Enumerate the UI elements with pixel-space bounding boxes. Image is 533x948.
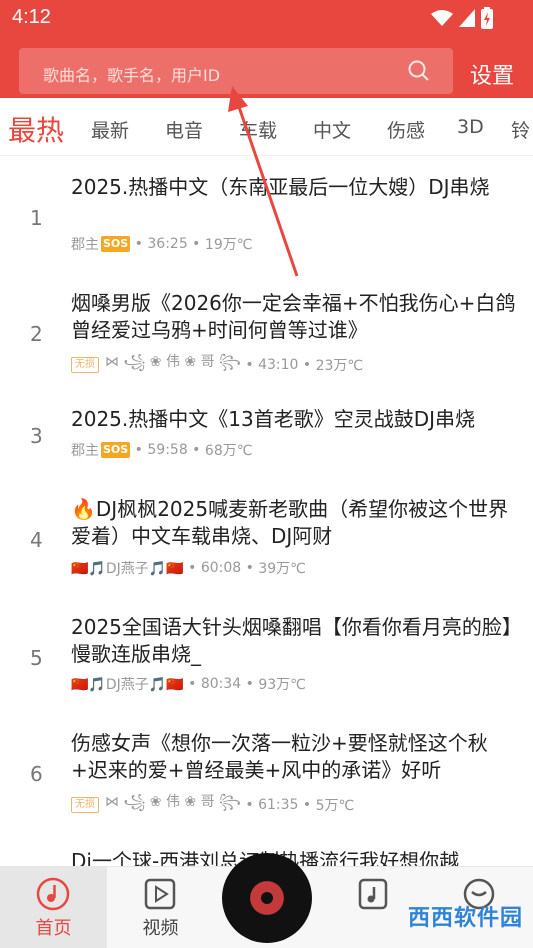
rank-number: 5 [30, 646, 43, 670]
tab-newest[interactable]: 最新 [91, 116, 129, 143]
song-duration: 61:35 [258, 796, 299, 813]
song-duration: 59:58 [147, 442, 188, 458]
song-title: 🔥DJ枫枫2025喊麦新老歌曲（希望你被这个世界爱着）中文车载串烧、DJ阿财 [71, 496, 521, 550]
record-center [261, 892, 273, 904]
song-meta: 🇨🇳🎵DJ燕子🎵🇨🇳 • 60:08 • 39万℃ [71, 560, 306, 577]
play-count: 19万℃ [204, 237, 253, 253]
tab-hot[interactable]: 最热 [8, 109, 64, 149]
tab-sad[interactable]: 伤感 [387, 116, 425, 143]
song-duration: 36:25 [147, 236, 188, 252]
rank-number: 4 [30, 528, 43, 552]
app-header: 4:12 歌曲名，歌手名，用户ID 设置 [0, 0, 533, 98]
lossless-tag: 无损 [71, 796, 99, 813]
tab-ringtone[interactable]: 铃 [511, 116, 530, 143]
tab-car[interactable]: 车载 [239, 116, 277, 143]
song-duration: 80:34 [200, 676, 242, 692]
play-count: 93万℃ [258, 677, 306, 693]
now-playing-record[interactable] [222, 853, 312, 943]
song-meta: 郡主 SOS • 36:25 • 19万℃ [71, 236, 253, 253]
watermark-logo: 西西软件园 [408, 906, 524, 931]
author-name: ⋈ ꧁ ❀ 伟 ❀ 哥 ꧂ [105, 794, 241, 810]
tab-chinese[interactable]: 中文 [313, 116, 351, 143]
music-folder-icon [358, 878, 388, 910]
nav-video-label: 视频 [142, 918, 179, 939]
search-icon[interactable] [407, 59, 431, 83]
fire-icon: 🔥 [71, 497, 96, 521]
search-input[interactable]: 歌曲名，歌手名，用户ID [19, 48, 453, 94]
status-bar: 4:12 [0, 0, 533, 36]
song-meta: 无损 ⋈ ꧁ ❀ 伟 ❀ 哥 ꧂ • 61:35 • 5万℃ [71, 790, 354, 819]
settings-button[interactable]: 设置 [470, 58, 514, 90]
song-title-text: DJ枫枫2025喊麦新老歌曲（希望你被这个世界爱着）中文车载串烧、DJ阿财 [71, 497, 509, 548]
battery-icon [481, 7, 493, 29]
rank-number: 3 [30, 424, 43, 448]
tab-electronic[interactable]: 电音 [165, 116, 203, 143]
status-icons [431, 7, 493, 29]
author-name: ⋈ ꧁ ❀ 伟 ❀ 哥 ꧂ [105, 354, 241, 370]
song-meta: 郡主 SOS • 59:58 • 68万℃ [71, 442, 253, 459]
tab-3d[interactable]: 3D [457, 116, 484, 138]
category-tabs: 最热 最新 电音 车载 中文 伤感 3D 铃 [0, 98, 533, 156]
song-duration: 60:08 [200, 560, 242, 576]
play-count: 23万℃ [315, 357, 364, 374]
rank-number: 1 [30, 206, 43, 230]
song-title: 2025.热播中文《13首老歌》空灵战鼓DJ串烧 [71, 407, 476, 431]
song-meta: 无损 ⋈ ꧁ ❀ 伟 ❀ 哥 ꧂ • 43:10 • 23万℃ [71, 350, 363, 379]
song-title: 2025全国语大针头烟嗓翻唱【你看你看月亮的脸】慢歌连版串烧_ [71, 615, 512, 666]
author-name: 郡主 [71, 237, 99, 253]
author-name: 郡主 [71, 443, 99, 459]
signal-icon [459, 9, 475, 27]
video-play-icon [144, 878, 176, 910]
author-name: 🇨🇳🎵DJ燕子🎵🇨🇳 [71, 677, 184, 693]
song-title: 烟嗓男版《2026你一定会幸福+不怕我伤心+白鸽曾经爱过乌鸦+时间何曾等过谁》 [71, 291, 516, 342]
song-title: 2025.热播中文（东南亚最后一位大嫂）DJ串烧 [71, 175, 490, 199]
play-count: 68万℃ [204, 443, 253, 459]
nav-video[interactable]: 视频 [107, 867, 214, 948]
play-count: 39万℃ [258, 561, 306, 577]
rank-number: 2 [30, 322, 43, 346]
song-meta: 🇨🇳🎵DJ燕子🎵🇨🇳 • 80:34 • 93万℃ [71, 676, 306, 693]
author-badge: SOS [101, 442, 131, 458]
lossless-tag: 无损 [71, 356, 99, 373]
author-name: 🇨🇳🎵DJ燕子🎵🇨🇳 [71, 561, 184, 577]
play-count: 5万℃ [315, 797, 355, 814]
rank-number: 6 [30, 762, 43, 786]
nav-home-label: 首页 [35, 918, 72, 939]
music-note-icon [36, 877, 70, 911]
status-time: 4:12 [12, 6, 51, 28]
nav-home[interactable]: 首页 [0, 867, 107, 948]
song-title: 伤感女声《想你一次落一粒沙+要怪就怪这个秋+迟来的爱+曾经最美+风中的承诺》好听 [71, 731, 488, 782]
wifi-icon [431, 10, 453, 26]
song-duration: 43:10 [258, 356, 299, 373]
author-badge: SOS [101, 236, 131, 252]
search-placeholder: 歌曲名，歌手名，用户ID [43, 66, 221, 85]
